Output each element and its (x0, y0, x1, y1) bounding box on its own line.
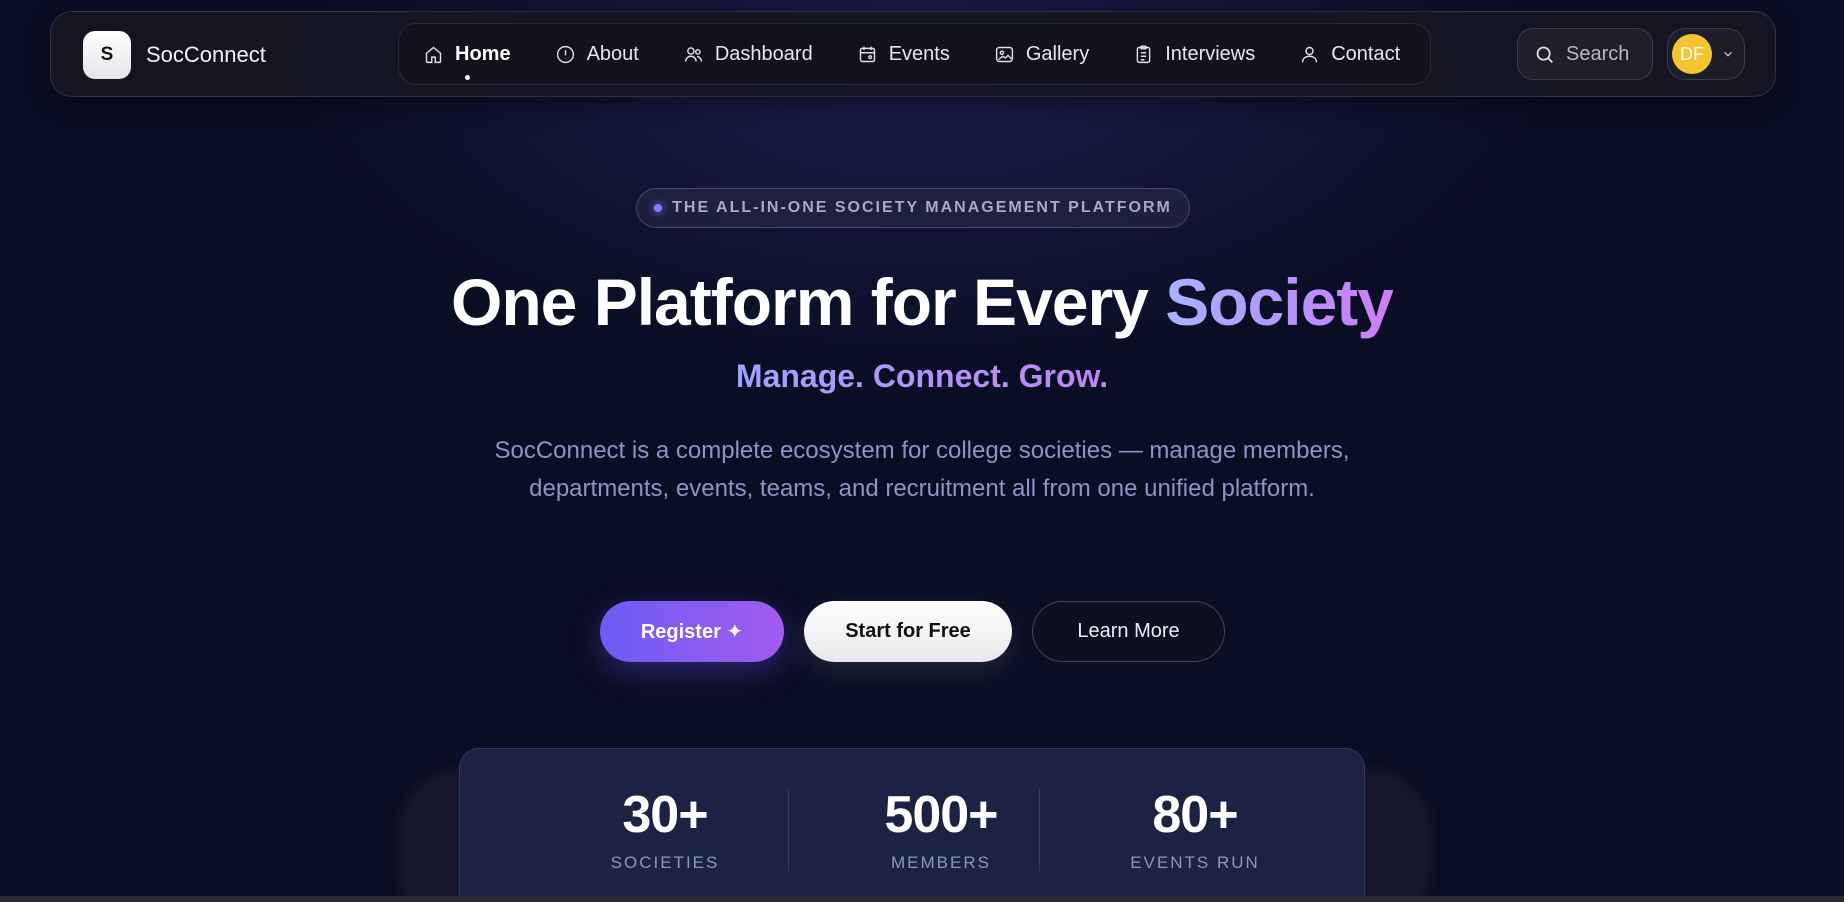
hero-subtitle: Manage. Connect. Grow. (0, 358, 1844, 395)
profile-menu[interactable]: DF (1667, 28, 1745, 80)
hero-title-accent: Society (1165, 265, 1394, 339)
stat-divider (1039, 789, 1040, 871)
nav-item-home[interactable]: Home (423, 42, 511, 80)
hero-subtitle-text: Manage. Connect. Grow. (735, 358, 1109, 394)
image-icon (995, 46, 1013, 62)
home-icon (425, 46, 442, 63)
clipboard-icon (1136, 44, 1151, 63)
page: S SocConnect Home About Dashboard Events (0, 0, 1844, 902)
stat-label: SOCIETIES (610, 853, 720, 872)
hero-title-main: One Platform for Every (451, 265, 1166, 339)
calendar-icon (859, 46, 875, 62)
learn-more-button[interactable]: Learn More (1032, 601, 1225, 662)
nav-item-label: Home (455, 42, 511, 65)
register-button[interactable]: Register ✦ (600, 601, 784, 662)
nav-item-label: Interviews (1165, 42, 1256, 65)
brand-name[interactable]: SocConnect (146, 42, 266, 68)
nav-item-label: Events (888, 42, 950, 65)
nav-item-label: Gallery (1025, 42, 1090, 65)
navbar: S SocConnect Home About Dashboard Events (50, 11, 1776, 97)
brand[interactable]: S SocConnect (83, 31, 266, 79)
stat-societies: 30+ SOCIETIES (570, 785, 760, 873)
nav-item-dashboard[interactable]: Dashboard (683, 43, 813, 66)
stat-members: 500+ MEMBERS (836, 785, 1046, 873)
badge-dot-icon (654, 204, 663, 212)
active-indicator-dot (465, 74, 470, 80)
nav-item-events[interactable]: Events (857, 43, 950, 66)
hero-title: One Platform for Every Society (0, 264, 1844, 340)
brand-logo[interactable]: S (83, 31, 131, 79)
avatar[interactable]: DF (1672, 34, 1712, 74)
badge-text: THE ALL-IN-ONE SOCIETY MANAGEMENT PLATFO… (672, 199, 1172, 216)
stat-value: 500+ (884, 786, 998, 844)
nav-item-about[interactable]: About (555, 43, 639, 66)
search-button[interactable]: Search (1517, 28, 1653, 80)
nav-item-contact[interactable]: Contact (1299, 43, 1400, 66)
hero-description: SocConnect is a complete ecosystem for c… (494, 437, 1350, 502)
nav-item-label: Contact (1331, 42, 1401, 65)
stat-divider (788, 789, 789, 871)
search-icon (1536, 46, 1553, 63)
nav-item-gallery[interactable]: Gallery (994, 43, 1089, 66)
chevron-down-icon[interactable] (1721, 47, 1735, 61)
stat-label: EVENTS RUN (1130, 853, 1260, 872)
users-icon (684, 46, 702, 62)
stat-events: 80+ EVENTS RUN (1100, 785, 1290, 873)
nav-item-interviews[interactable]: Interviews (1133, 43, 1255, 66)
start-free-button[interactable]: Start for Free (804, 601, 1012, 662)
nav-item-label: Dashboard (714, 42, 813, 65)
hero-badge: THE ALL-IN-ONE SOCIETY MANAGEMENT PLATFO… (636, 188, 1190, 228)
nav-menu: Home About Dashboard Events Gallery Inte… (398, 23, 1431, 85)
window-bottom-edge (0, 896, 1844, 902)
nav-item-label: About (586, 42, 639, 65)
stats-panel: 30+ SOCIETIES 500+ MEMBERS 80+ EVENTS RU… (459, 748, 1365, 902)
info-icon (556, 45, 574, 63)
stat-label: MEMBERS (891, 853, 991, 872)
stat-value: 30+ (622, 786, 708, 844)
user-icon (1302, 46, 1318, 62)
stat-value: 80+ (1152, 786, 1238, 844)
search-label: Search (1566, 42, 1630, 65)
